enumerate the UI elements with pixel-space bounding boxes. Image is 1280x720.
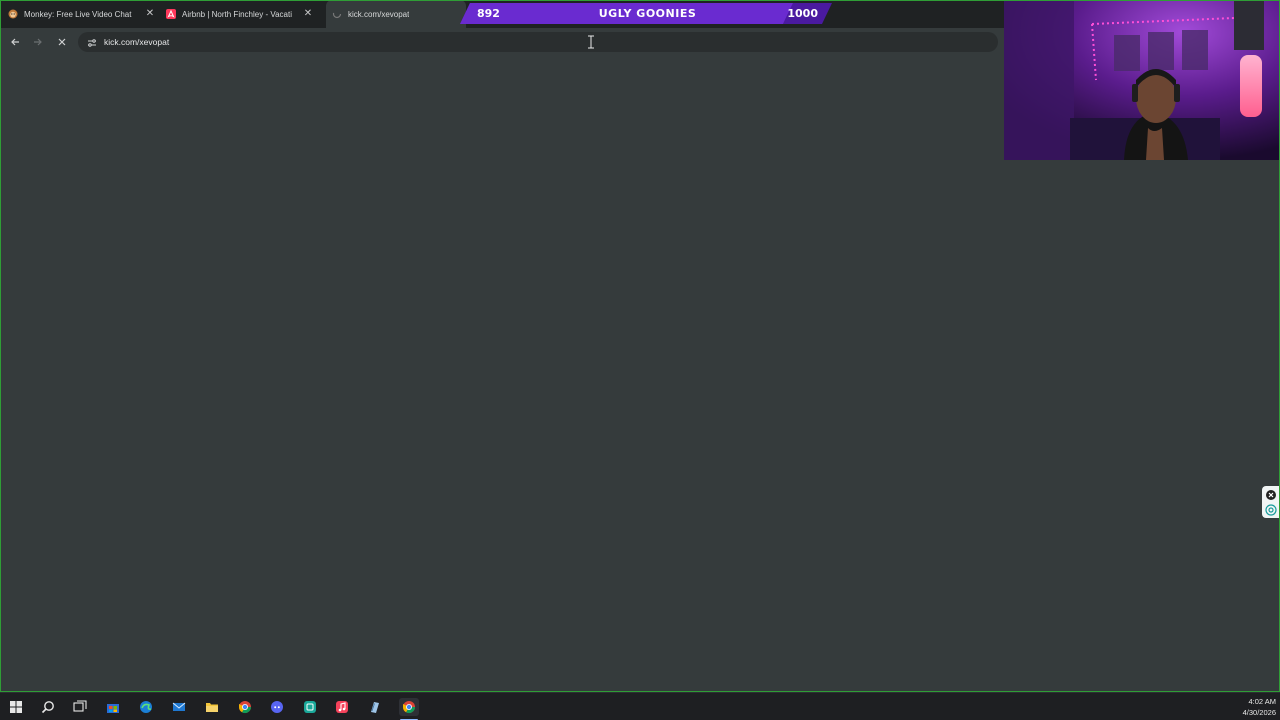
screen: Monkey: Free Live Video Chat w ✕ Airbnb … <box>0 0 1280 720</box>
back-arrow-icon[interactable] <box>7 34 23 50</box>
edge-icon[interactable] <box>137 698 155 716</box>
site-settings-icon[interactable] <box>86 36 98 48</box>
windows-taskbar: 4:02 AM 4/30/2026 <box>0 692 1280 720</box>
tab-title: Airbnb | North Finchley - Vacation <box>182 9 292 19</box>
close-icon[interactable]: ✕ <box>144 8 156 20</box>
tab-monkey[interactable]: Monkey: Free Live Video Chat w ✕ <box>8 0 160 28</box>
forward-arrow-icon[interactable] <box>30 34 46 50</box>
monkey-icon <box>8 9 18 19</box>
goal-target: 1000 <box>787 7 818 20</box>
stop-loading-icon[interactable] <box>54 34 70 50</box>
file-explorer-icon[interactable] <box>203 698 221 716</box>
app-icon[interactable] <box>301 698 319 716</box>
loading-icon <box>332 9 342 19</box>
chrome-active-icon[interactable] <box>399 698 419 716</box>
store-icon[interactable] <box>104 698 122 716</box>
tab-title: kick.com/xevopat <box>348 9 410 19</box>
close-icon[interactable]: ✕ <box>302 8 314 20</box>
discord-icon[interactable] <box>268 698 286 716</box>
text-cursor-icon <box>587 35 595 49</box>
tab-kick[interactable]: kick.com/xevopat <box>326 0 466 28</box>
notes-icon[interactable] <box>366 698 384 716</box>
windows-start-icon[interactable] <box>7 698 25 716</box>
browser-toolbar: kick.com/xevopat <box>0 28 1004 56</box>
stream-goal-overlay: 892 UGLY GOONIES 1000 <box>460 3 832 24</box>
tab-title: Monkey: Free Live Video Chat w <box>24 9 132 19</box>
airbnb-icon <box>166 9 176 19</box>
music-icon[interactable] <box>333 698 351 716</box>
system-clock[interactable]: 4:02 AM 4/30/2026 <box>1243 696 1276 718</box>
extension-side-widget[interactable] <box>1262 486 1280 518</box>
address-bar[interactable]: kick.com/xevopat <box>78 32 998 52</box>
tab-airbnb[interactable]: Airbnb | North Finchley - Vacation ✕ <box>166 0 318 28</box>
clock-date: 4/30/2026 <box>1242 708 1276 717</box>
goal-title: UGLY GOONIES <box>598 7 697 20</box>
task-view-icon[interactable] <box>71 698 89 716</box>
clock-time: 4:02 AM <box>1248 697 1276 706</box>
chrome-icon[interactable] <box>236 698 254 716</box>
webcam-feed <box>1004 0 1280 160</box>
mail-icon[interactable] <box>170 698 188 716</box>
search-icon[interactable] <box>39 698 57 716</box>
url-text[interactable]: kick.com/xevopat <box>104 32 169 52</box>
extension-icon[interactable] <box>1265 503 1277 521</box>
